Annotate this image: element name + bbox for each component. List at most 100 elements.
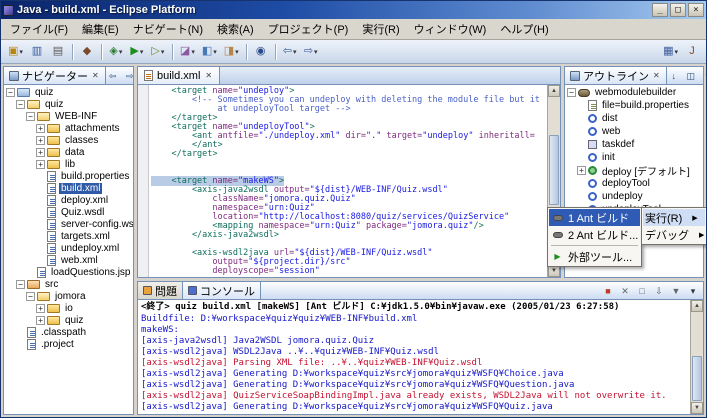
sort-icon[interactable]: ↓ xyxy=(667,69,681,83)
navigator-item-server-config.wsdd[interactable]: server-config.wsdd xyxy=(4,218,133,230)
back-view-icon[interactable]: ⇦ xyxy=(106,69,120,83)
menu-a[interactable]: 検索(A) xyxy=(210,19,261,39)
menu-p[interactable]: プロジェクト(P) xyxy=(261,19,356,39)
navigator-item-build.properties[interactable]: build.properties xyxy=(4,170,133,182)
java-perspective-button[interactable]: J xyxy=(682,42,702,62)
menu-e[interactable]: 編集(E) xyxy=(75,19,126,39)
code-line[interactable] xyxy=(151,159,547,168)
navigator-item-web.xml[interactable]: web.xml xyxy=(4,254,133,266)
outline-item-web[interactable]: web xyxy=(565,125,703,138)
scrollbar-thumb[interactable] xyxy=(549,135,559,205)
navigator-item-quiz[interactable]: +quiz xyxy=(4,314,133,326)
outline-item-dist[interactable]: dist xyxy=(565,112,703,125)
menu-n[interactable]: ナビゲート(N) xyxy=(126,19,210,39)
navigator-item-web-inf[interactable]: −WEB-INF xyxy=(4,110,133,122)
collapse-icon[interactable]: − xyxy=(567,88,576,97)
navigator-item-io[interactable]: +io xyxy=(4,302,133,314)
collapse-icon[interactable]: − xyxy=(26,292,35,301)
outline-tab[interactable]: アウトライン ✕ xyxy=(565,67,667,84)
save-button[interactable]: ▥ xyxy=(27,42,47,62)
collapse-icon[interactable]: − xyxy=(16,100,25,109)
external-tools-button[interactable]: ▷▾ xyxy=(148,42,168,62)
navigator-item-quiz[interactable]: −quiz xyxy=(4,86,133,98)
navigator-item-deploy.xml[interactable]: deploy.xml xyxy=(4,194,133,206)
scrollbar-thumb[interactable] xyxy=(692,356,702,401)
forward-button[interactable]: ⇨▾ xyxy=(301,42,321,62)
remove-launch-icon[interactable]: ✕ xyxy=(618,284,632,298)
clear-console-icon[interactable]: □ xyxy=(635,284,649,298)
scroll-lock-icon[interactable]: ⇩ xyxy=(652,284,666,298)
navigator-item-.classpath[interactable]: .classpath xyxy=(4,326,133,338)
menu-item-...[interactable]: ▶外部ツール... xyxy=(549,248,640,265)
navigator-item-classes[interactable]: +classes xyxy=(4,134,133,146)
new-servlet-button[interactable]: ◧▾ xyxy=(199,42,220,62)
minimize-button[interactable]: _ xyxy=(652,3,668,17)
new-jsp-button[interactable]: ◨▾ xyxy=(221,42,242,62)
new-web-component-button[interactable]: ◪▾ xyxy=(177,42,198,62)
expand-icon[interactable]: + xyxy=(36,316,45,325)
menu-h[interactable]: ヘルプ(H) xyxy=(493,19,555,39)
expand-icon[interactable]: + xyxy=(36,304,45,313)
scrollbar-track[interactable] xyxy=(691,312,703,402)
menu-item-r[interactable]: 実行(R)▶ xyxy=(643,209,705,226)
outline-item-webmodulebuilder[interactable]: −webmodulebuilder xyxy=(565,86,703,99)
code-line[interactable]: deployscope="session" xyxy=(151,267,547,276)
new-wizard-button[interactable]: ▣▾ xyxy=(5,42,26,62)
expand-icon[interactable]: + xyxy=(36,160,45,169)
navigator-item-build.xml[interactable]: build.xml xyxy=(4,182,133,194)
expand-icon[interactable]: + xyxy=(36,136,45,145)
navigator-item-quiz.wsdl[interactable]: Quiz.wsdl xyxy=(4,206,133,218)
close-button[interactable]: × xyxy=(688,3,704,17)
collapse-icon[interactable]: − xyxy=(16,280,25,289)
open-perspective-button[interactable]: ▦▾ xyxy=(660,42,681,62)
close-icon[interactable]: ✕ xyxy=(91,71,100,80)
outline-item-file-build.properties[interactable]: file=build.properties xyxy=(565,99,703,112)
navigator-tab[interactable]: ナビゲーター ✕ xyxy=(4,67,106,84)
close-icon[interactable]: ✕ xyxy=(204,71,213,80)
console-menu-icon[interactable]: ▾ xyxy=(686,284,700,298)
expand-icon[interactable]: + xyxy=(577,166,586,175)
editor-tab-build-xml[interactable]: build.xml ✕ xyxy=(138,67,220,84)
menu-item-item[interactable]: デバッグ▶ xyxy=(643,226,705,243)
menu-w[interactable]: ウィンドウ(W) xyxy=(407,19,494,39)
scroll-down-icon[interactable]: ▼ xyxy=(691,402,703,414)
view-menu-icon[interactable]: ▾ xyxy=(701,69,707,83)
navigator-item-undeploy.xml[interactable]: undeploy.xml xyxy=(4,242,133,254)
scroll-up-icon[interactable]: ▲ xyxy=(548,85,560,97)
navigator-item-lib[interactable]: +lib xyxy=(4,158,133,170)
navigator-item-jomora[interactable]: −jomora xyxy=(4,290,133,302)
menu-item-2-ant-...[interactable]: 2 Ant ビルド... xyxy=(549,226,640,243)
navigator-item-attachments[interactable]: +attachments xyxy=(4,122,133,134)
outline-item-deploy[interactable]: +deploy [デフォルト] xyxy=(565,164,703,177)
collapse-icon[interactable]: − xyxy=(26,112,35,121)
menu-r[interactable]: 実行(R) xyxy=(355,19,406,39)
outline-item-undeploy[interactable]: undeploy xyxy=(565,190,703,203)
filter-internal-targets-icon[interactable]: ◫ xyxy=(684,69,698,83)
navigator-item-targets.xml[interactable]: targets.xml xyxy=(4,230,133,242)
code-line[interactable]: </axis-java2wsdl> xyxy=(151,231,547,240)
menu-f[interactable]: ファイル(F) xyxy=(3,19,75,39)
pin-console-icon[interactable]: ▼ xyxy=(669,284,683,298)
back-button[interactable]: ⇦▾ xyxy=(280,42,300,62)
maximize-button[interactable]: □ xyxy=(670,3,686,17)
navigator-item-.project[interactable]: .project xyxy=(4,338,133,350)
scroll-up-icon[interactable]: ▲ xyxy=(691,300,703,312)
navigator-item-data[interactable]: +data xyxy=(4,146,133,158)
run-button[interactable]: ▶▾ xyxy=(127,42,147,62)
console-content[interactable]: <終了> quiz build.xml [makeWS] [Ant ビルド] C… xyxy=(138,300,690,414)
search-button[interactable]: ◉ xyxy=(251,42,271,62)
menu-item-1-ant[interactable]: 1 Ant ビルド xyxy=(549,209,640,226)
close-icon[interactable]: ✕ xyxy=(652,71,661,80)
console-vscrollbar[interactable]: ▲ ▼ xyxy=(690,300,703,414)
navigator-item-src[interactable]: −src xyxy=(4,278,133,290)
tab-item[interactable]: 問題 xyxy=(138,282,183,299)
print-button[interactable]: ▤ xyxy=(48,42,68,62)
tab-item[interactable]: コンソール xyxy=(183,282,261,299)
code-line[interactable]: </target> xyxy=(151,150,547,159)
navigator-item-loadquestions.jsp[interactable]: loadQuestions.jsp xyxy=(4,266,133,278)
outline-item-deploytool[interactable]: deployTool xyxy=(565,177,703,190)
expand-icon[interactable]: + xyxy=(36,124,45,133)
expand-icon[interactable]: + xyxy=(36,148,45,157)
forward-view-icon[interactable]: ⇨ xyxy=(123,69,137,83)
collapse-icon[interactable]: − xyxy=(6,88,15,97)
